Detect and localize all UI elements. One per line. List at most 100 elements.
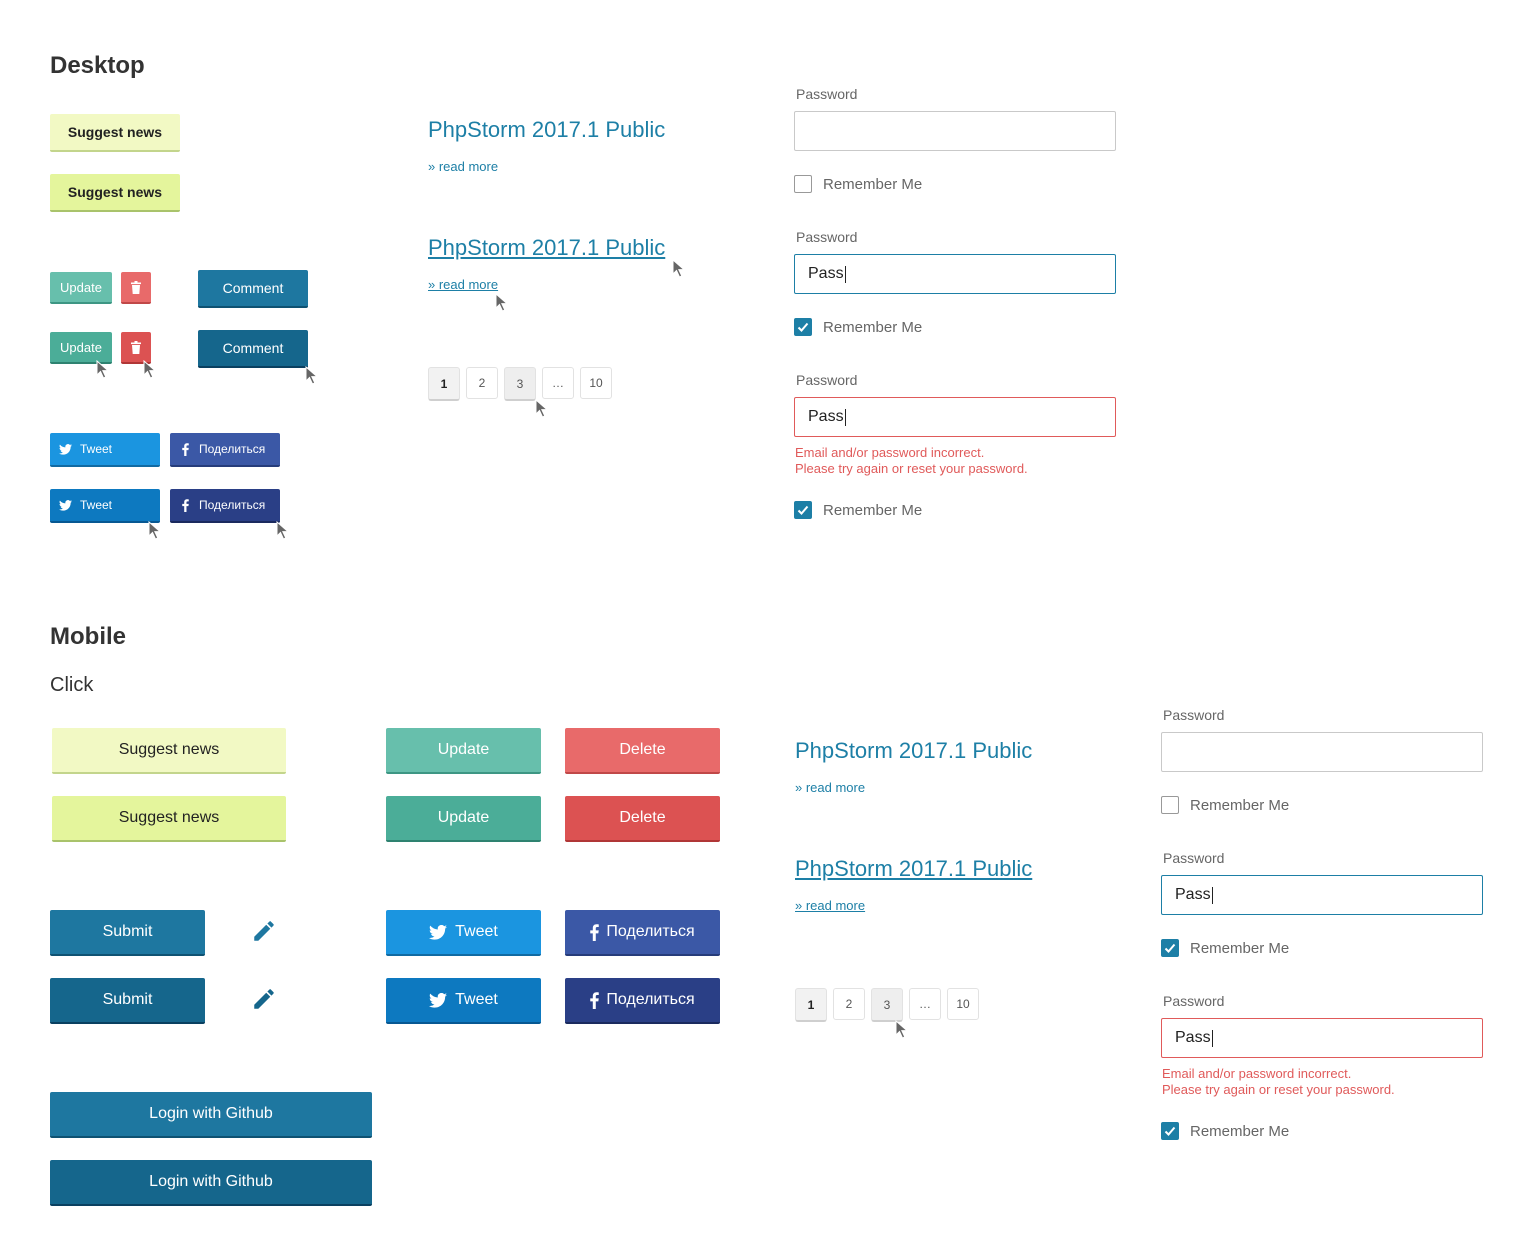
delete-label: Delete [619, 741, 666, 758]
password-value: Pass [1175, 886, 1211, 903]
error-message-line1: Email and/or password incorrect. [795, 445, 985, 460]
tweet-button[interactable]: Tweet [50, 433, 160, 467]
submit-button[interactable]: Submit [50, 910, 205, 956]
password-input-error[interactable]: Pass [794, 397, 1116, 437]
share-button[interactable]: Поделиться [170, 433, 280, 467]
password-value: Pass [808, 265, 844, 282]
login-github-button-pressed[interactable]: Login with Github [50, 1160, 372, 1206]
suggest-news-button[interactable]: Suggest news [50, 114, 180, 152]
facebook-icon [590, 991, 600, 1009]
tweet-label: Tweet [455, 991, 498, 1008]
tweet-label: Tweet [80, 498, 113, 512]
error-message-line2: Please try again or reset your password. [795, 461, 1028, 476]
news-title-link[interactable]: PhpStorm 2017.1 Public [428, 117, 665, 143]
update-button[interactable]: Update [50, 272, 112, 304]
facebook-icon [182, 442, 189, 456]
remember-checkbox-checked[interactable] [1161, 1122, 1179, 1140]
comment-button-hover[interactable]: Comment [198, 330, 308, 368]
submit-label: Submit [102, 923, 153, 940]
submit-label: Submit [102, 991, 153, 1008]
checkmark-icon [797, 505, 809, 515]
read-more-link[interactable]: » read more [428, 159, 498, 174]
suggest-news-button-hover[interactable]: Suggest news [50, 174, 180, 212]
cursor-icon [276, 521, 290, 540]
text-caret [1211, 1029, 1213, 1047]
password-label: Password [796, 372, 858, 388]
share-button[interactable]: Поделиться [565, 910, 720, 956]
suggest-news-label: Suggest news [118, 809, 220, 826]
page-10[interactable]: 10 [947, 988, 979, 1020]
cursor-icon [305, 366, 319, 385]
login-github-button[interactable]: Login with Github [50, 1092, 372, 1138]
remember-checkbox-checked[interactable] [794, 501, 812, 519]
cursor-icon [96, 360, 110, 379]
news-title-link-hover[interactable]: PhpStorm 2017.1 Public [428, 235, 665, 261]
comment-button[interactable]: Comment [198, 270, 308, 308]
delete-button-pressed[interactable]: Delete [565, 796, 720, 842]
remember-checkbox-checked[interactable] [1161, 939, 1179, 957]
remember-label: Remember Me [1190, 797, 1290, 814]
login-github-label: Login with Github [149, 1105, 273, 1122]
tweet-button-pressed[interactable]: Tweet [386, 978, 541, 1024]
password-input[interactable] [794, 111, 1116, 151]
password-input-focused[interactable]: Pass [1161, 875, 1483, 915]
read-more-link-pressed[interactable]: » read more [795, 898, 865, 913]
remember-checkbox[interactable] [794, 175, 812, 193]
password-value: Pass [808, 408, 844, 425]
tweet-button-hover[interactable]: Tweet [50, 489, 160, 523]
remember-checkbox[interactable] [1161, 796, 1179, 814]
tweet-label: Tweet [80, 442, 113, 456]
error-message-line1: Email and/or password incorrect. [1162, 1066, 1352, 1081]
cursor-icon [148, 521, 162, 540]
password-label: Password [796, 229, 858, 245]
text-caret [844, 265, 846, 283]
page-2[interactable]: 2 [833, 988, 865, 1020]
pencil-icon[interactable] [251, 918, 277, 944]
remember-label: Remember Me [823, 502, 923, 519]
pencil-icon[interactable] [251, 986, 277, 1012]
text-caret [1211, 886, 1213, 904]
page-3[interactable]: 3 [504, 367, 536, 401]
page-10[interactable]: 10 [580, 367, 612, 399]
checkmark-icon [797, 322, 809, 332]
password-label: Password [1163, 707, 1225, 723]
remember-label: Remember Me [1190, 1123, 1290, 1140]
update-button-pressed[interactable]: Update [386, 796, 541, 842]
remember-label: Remember Me [1190, 940, 1290, 957]
page-2[interactable]: 2 [466, 367, 498, 399]
password-input-error[interactable]: Pass [1161, 1018, 1483, 1058]
suggest-news-label: Suggest news [118, 741, 220, 758]
page-1[interactable]: 1 [795, 988, 827, 1022]
facebook-icon [590, 923, 600, 941]
share-label: Поделиться [606, 991, 695, 1008]
page-1[interactable]: 1 [428, 367, 460, 401]
news-title-link[interactable]: PhpStorm 2017.1 Public [795, 738, 1032, 764]
delete-button[interactable]: Delete [565, 728, 720, 774]
page-3[interactable]: 3 [871, 988, 903, 1022]
comment-label: Comment [222, 280, 284, 296]
password-label: Password [796, 86, 858, 102]
password-input-focused[interactable]: Pass [794, 254, 1116, 294]
delete-button[interactable] [121, 272, 151, 304]
cursor-icon [143, 360, 157, 379]
suggest-news-button[interactable]: Suggest news [52, 728, 286, 774]
remember-checkbox-checked[interactable] [794, 318, 812, 336]
read-more-link-hover[interactable]: » read more [428, 277, 498, 292]
suggest-news-label: Suggest news [67, 124, 163, 140]
login-github-label: Login with Github [149, 1173, 273, 1190]
twitter-icon [429, 924, 448, 940]
share-button-pressed[interactable]: Поделиться [565, 978, 720, 1024]
update-label: Update [60, 339, 102, 355]
tweet-button[interactable]: Tweet [386, 910, 541, 956]
trash-icon [131, 340, 141, 354]
remember-label: Remember Me [823, 319, 923, 336]
read-more-link[interactable]: » read more [795, 780, 865, 795]
share-label: Поделиться [199, 498, 266, 512]
update-button[interactable]: Update [386, 728, 541, 774]
submit-button-pressed[interactable]: Submit [50, 978, 205, 1024]
suggest-news-button-pressed[interactable]: Suggest news [52, 796, 286, 842]
password-input[interactable] [1161, 732, 1483, 772]
share-button-hover[interactable]: Поделиться [170, 489, 280, 523]
news-title-link-pressed[interactable]: PhpStorm 2017.1 Public [795, 856, 1032, 882]
cursor-icon [495, 293, 509, 312]
